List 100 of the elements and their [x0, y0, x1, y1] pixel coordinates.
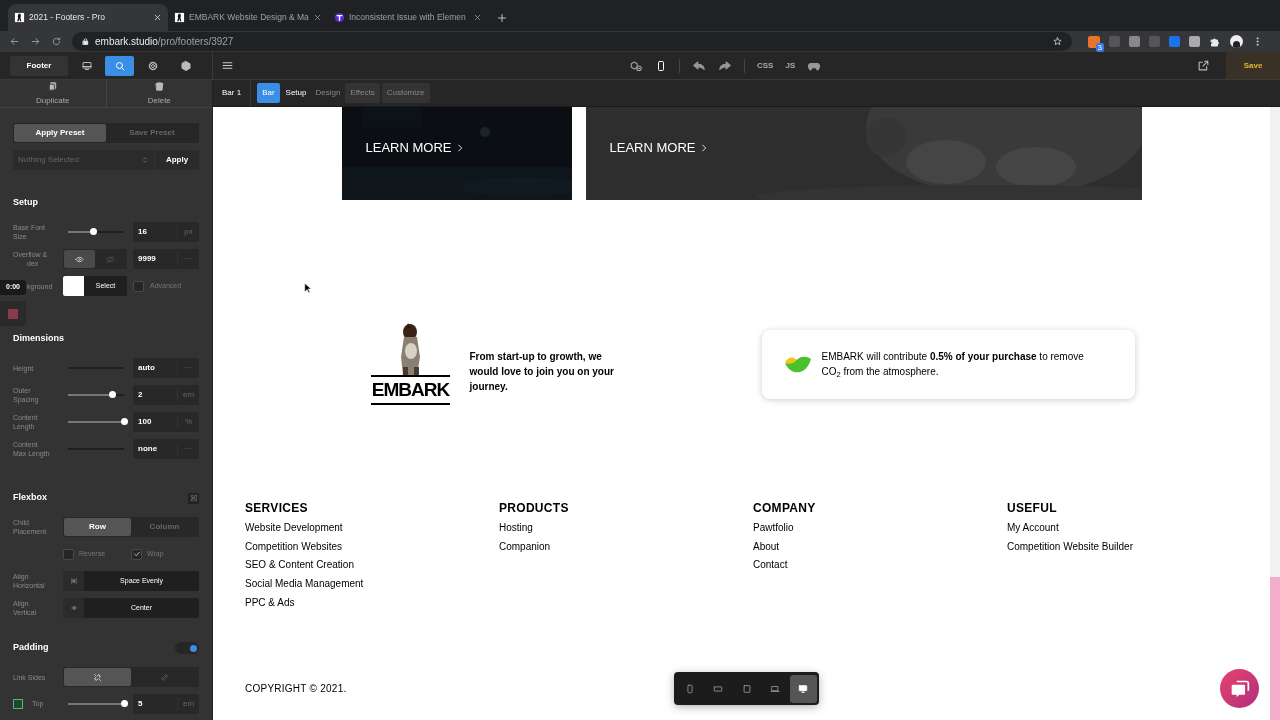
footer-link[interactable]: Contact: [753, 556, 788, 576]
avatar[interactable]: [1230, 35, 1243, 48]
slider-thumb[interactable]: [120, 700, 128, 707]
up-down-icon: [141, 156, 149, 164]
checkbox[interactable]: [131, 548, 142, 560]
lock-icon: [81, 37, 90, 46]
align-vertical-icon: [69, 604, 78, 612]
footer-link[interactable]: My Account: [1007, 519, 1059, 538]
back-icon[interactable]: [9, 36, 20, 47]
tab-title: 2021 - Footers - Pro: [29, 11, 107, 24]
panel-tab[interactable]: Setup: [282, 87, 310, 99]
monitor-icon: [80, 59, 93, 72]
panel-tab[interactable]: Design: [312, 87, 344, 99]
browser-tab[interactable]: 2021 - Footers - Pro: [8, 4, 168, 31]
logo-wordmark: EMBARK: [370, 375, 451, 405]
footer-link[interactable]: Website Development: [245, 519, 343, 538]
panel-tab[interactable]: Customize: [381, 83, 430, 103]
footer-link[interactable]: About: [753, 537, 780, 557]
external-link-icon[interactable]: [1197, 59, 1210, 72]
section-title: Dimensions: [13, 332, 64, 346]
star-icon[interactable]: [1052, 36, 1063, 47]
close-icon[interactable]: [473, 13, 482, 22]
laptop-icon: [769, 683, 780, 694]
eye-off-icon: [106, 254, 115, 264]
close-icon[interactable]: [313, 13, 322, 22]
phone-landscape-icon: [713, 683, 724, 694]
footer-link[interactable]: Companion: [499, 537, 551, 557]
section-title: Padding: [13, 641, 49, 655]
eye-icon: [75, 254, 84, 264]
tab-title: Inconsistent Issue with Elemen: [349, 11, 467, 24]
save-button[interactable]: Save: [1226, 52, 1280, 79]
redo-icon[interactable]: [718, 58, 732, 73]
section-title: Flexbox: [13, 491, 47, 505]
extension-icon[interactable]: [1189, 36, 1200, 47]
slider-thumb[interactable]: [120, 418, 128, 425]
puzzle-icon[interactable]: [1209, 35, 1221, 48]
climate-text: EMBARK will contribute 0.5% of your purchase to remove CO$_{2}$ from the atmosphere.: [821, 350, 1085, 379]
footer-link[interactable]: SEO & Content Creation: [245, 556, 354, 576]
menu-icon[interactable]: [221, 59, 234, 72]
footer-link[interactable]: Pawtfolio: [753, 519, 794, 538]
learn-more-link[interactable]: LEARN MORE: [609, 138, 710, 158]
hexagon-icon: [179, 59, 192, 72]
browser-tab[interactable]: EMBARK Website Design & Ma: [168, 4, 328, 31]
trash-icon: [153, 80, 165, 92]
learn-more-link[interactable]: LEARN MORE: [365, 138, 466, 158]
focus-button[interactable]: [188, 492, 199, 504]
phone-icon[interactable]: [655, 59, 667, 72]
preset-tab[interactable]: Apply Preset: [14, 124, 106, 142]
panel-tab[interactable]: [105, 55, 134, 76]
toggle-switch[interactable]: [175, 642, 199, 654]
tab-title: EMBARK Website Design & Ma: [189, 11, 309, 24]
segment-option[interactable]: Row: [64, 518, 131, 536]
settings-icon: [146, 59, 159, 72]
scrollbar[interactable]: [1270, 107, 1280, 720]
leaf-icon: [783, 354, 812, 374]
footer-link[interactable]: Competition Website Builder: [1007, 537, 1133, 557]
copyright-text: COPYRIGHT © 2021.: [245, 682, 347, 696]
action-button[interactable]: Delete: [106, 80, 212, 107]
apply-button[interactable]: Apply: [155, 154, 199, 166]
footer-link[interactable]: PPC & Ads: [245, 593, 295, 613]
footer-link[interactable]: Hosting: [499, 519, 533, 538]
slider-thumb[interactable]: [89, 228, 97, 235]
footer-heading: SERVICES: [245, 500, 309, 516]
checkbox[interactable]: [63, 548, 74, 560]
value-field[interactable]: 9999 ···: [133, 249, 199, 269]
reload-icon[interactable]: [51, 36, 62, 47]
unlink-icon: [93, 672, 102, 682]
checkbox[interactable]: [133, 280, 144, 292]
value-field[interactable]: none ···: [133, 439, 199, 459]
address-bar[interactable]: embark.studio/pro/footers/3927: [72, 32, 1072, 51]
search-icon: [113, 59, 126, 72]
toggle-option[interactable]: [64, 250, 95, 268]
code-button[interactable]: JS: [785, 59, 796, 72]
cubes-icon[interactable]: [629, 58, 643, 73]
footer-heading: USEFUL: [1007, 500, 1058, 516]
url-text: embark.studio/pro/footers/3927: [95, 35, 235, 49]
undo-icon[interactable]: [692, 58, 706, 73]
element-name: Bar 1: [213, 80, 252, 106]
tablet-icon: [741, 683, 752, 694]
panel-tab[interactable]: Effects: [345, 83, 380, 103]
forward-icon[interactable]: [30, 36, 41, 47]
link-icon: [160, 672, 169, 682]
device-button[interactable]: [789, 674, 818, 703]
figure-icon: [14, 12, 25, 23]
align-horizontal-icon: [69, 577, 78, 585]
footer-heading: PRODUCTS: [499, 500, 570, 516]
value-field[interactable]: auto ···: [133, 358, 199, 378]
value-field[interactable]: 100 %: [133, 412, 199, 432]
slider-thumb[interactable]: [109, 391, 117, 398]
footer-heading: COMPANY: [753, 500, 817, 516]
chat-button[interactable]: [1220, 669, 1259, 708]
action-button[interactable]: Duplicate: [0, 80, 107, 107]
footer-link[interactable]: Social Media Management: [245, 575, 364, 594]
focus-icon: [189, 494, 198, 502]
new-tab-icon[interactable]: [496, 11, 508, 24]
panel-title-button[interactable]: Footer: [10, 55, 68, 76]
footer-link[interactable]: Competition Websites: [245, 537, 343, 557]
code-button[interactable]: CSS: [757, 59, 774, 72]
phone-icon: [684, 683, 695, 694]
browser-tab[interactable]: Inconsistent Issue with Elemen: [328, 4, 488, 31]
